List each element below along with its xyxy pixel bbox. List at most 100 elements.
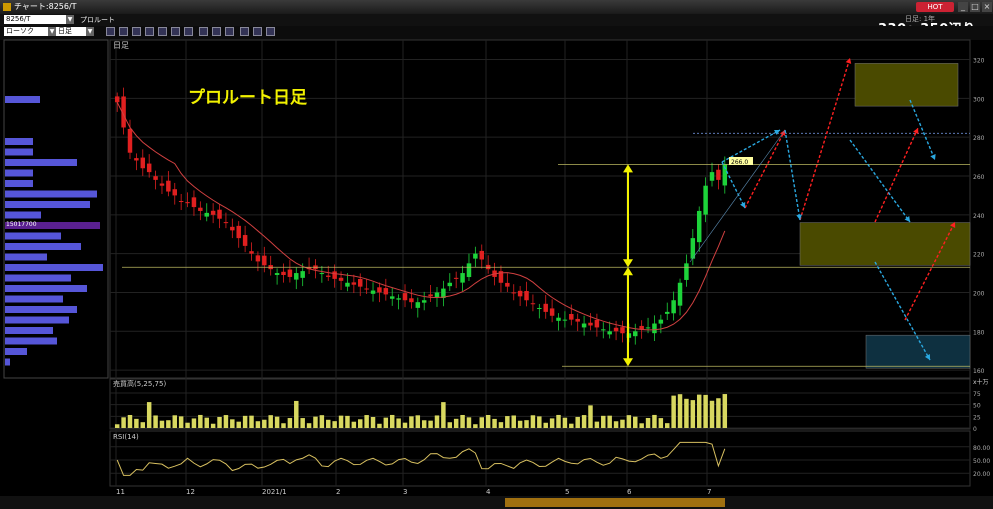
volume-bar: [613, 421, 619, 428]
candle-body: [249, 251, 254, 254]
price-label: 266.0: [731, 159, 748, 166]
candle-body: [505, 282, 510, 287]
volume-bar: [696, 394, 702, 428]
volume-bar: [345, 415, 350, 428]
volume-bar: [172, 415, 177, 428]
volume-bar: [633, 416, 638, 428]
volume-bar: [210, 423, 216, 428]
candle-body: [377, 287, 382, 293]
volume-profile-bar: [5, 253, 47, 261]
volume-bar: [716, 398, 721, 428]
candle-body: [530, 303, 536, 305]
candle-body: [588, 322, 593, 326]
volume-bar: [498, 422, 504, 428]
volume-tick-label: 0: [973, 426, 977, 433]
volume-bar: [185, 422, 190, 428]
volume-bar: [537, 416, 542, 428]
volume-bar: [601, 415, 606, 428]
volume-bar: [620, 419, 625, 428]
volume-profile-bar: [5, 201, 90, 208]
candle-body: [466, 263, 472, 278]
candle-body: [127, 128, 133, 153]
candle-body: [319, 273, 325, 275]
candle-body: [696, 210, 702, 243]
volume-bar: [140, 422, 146, 428]
volume-profile-bar: [5, 138, 33, 145]
candle-body: [562, 319, 568, 321]
candle-body: [607, 331, 612, 335]
scroll-bar[interactable]: [0, 496, 993, 509]
volume-bar: [722, 394, 728, 428]
chart-canvas[interactable]: 025507520.0050.0080.00 16018020022024026…: [0, 0, 993, 509]
candle-body: [613, 327, 619, 332]
candle-body: [601, 329, 606, 331]
candle-body: [434, 292, 440, 298]
volume-bar: [262, 419, 267, 428]
volume-bar: [485, 414, 491, 428]
candle-body: [230, 226, 235, 231]
candle-body: [556, 317, 561, 321]
y-tick-label: 300: [973, 96, 985, 103]
volume-bar: [153, 415, 158, 428]
candle-body: [172, 189, 177, 196]
candle-body: [242, 235, 248, 246]
candle-body: [677, 282, 683, 306]
candle-body: [402, 293, 408, 301]
volume-bar: [396, 418, 401, 428]
target-zone: [854, 63, 959, 107]
volume-bar: [575, 416, 580, 428]
candle-body: [364, 288, 369, 290]
candle-body: [549, 308, 555, 316]
volume-bar: [460, 414, 465, 428]
volume-bar: [204, 417, 209, 428]
y-tick-label: 320: [973, 58, 985, 65]
candle-body: [287, 269, 293, 277]
volume-bar: [364, 415, 369, 428]
volume-profile-bar: [5, 316, 69, 324]
volume-bar: [428, 420, 433, 428]
volume-bar: [415, 415, 421, 428]
candle-body: [326, 275, 331, 277]
volume-bar: [466, 417, 472, 428]
volume-bar: [434, 415, 440, 428]
volume-bar: [230, 419, 235, 428]
candle-body: [140, 157, 146, 169]
volume-profile-bar: [5, 358, 10, 366]
candle-body: [716, 169, 721, 180]
volume-bar: [441, 402, 446, 428]
volume-bar: [287, 418, 293, 428]
volume-bar: [114, 424, 120, 428]
volume-bar: [409, 416, 414, 428]
rsi-tick-label: 80.00: [973, 445, 990, 452]
volume-bar: [492, 418, 497, 428]
x-tick-label: 6: [627, 488, 632, 496]
candle-body: [665, 311, 670, 314]
candle-body: [210, 210, 216, 215]
volume-bar: [709, 400, 715, 428]
volume-profile-bar: [5, 211, 41, 219]
volume-bar: [159, 420, 165, 428]
candle-body: [415, 302, 421, 308]
candle-body: [460, 273, 465, 283]
candle-body: [389, 296, 395, 299]
x-tick-label: 7: [707, 488, 711, 496]
candle-body: [159, 183, 165, 186]
volume-bar: [684, 398, 689, 428]
candle-body: [537, 308, 542, 309]
volume-bar: [178, 416, 184, 428]
volume-bar: [645, 417, 651, 428]
volume-bar: [351, 421, 357, 428]
y-tick-label: 200: [973, 290, 985, 297]
volume-profile-bar: [5, 148, 33, 156]
candle-body: [370, 290, 376, 294]
volume-bar: [306, 423, 312, 428]
scroll-thumb[interactable]: [505, 498, 725, 507]
candle-body: [524, 291, 529, 301]
volume-profile-bar: [5, 327, 53, 334]
candle-body: [338, 277, 344, 281]
volume-bar: [281, 423, 286, 428]
x-tick-label: 2: [336, 488, 340, 496]
rsi-tick-label: 20.00: [973, 471, 990, 478]
volume-bar: [268, 415, 273, 428]
volume-bar: [166, 420, 171, 428]
